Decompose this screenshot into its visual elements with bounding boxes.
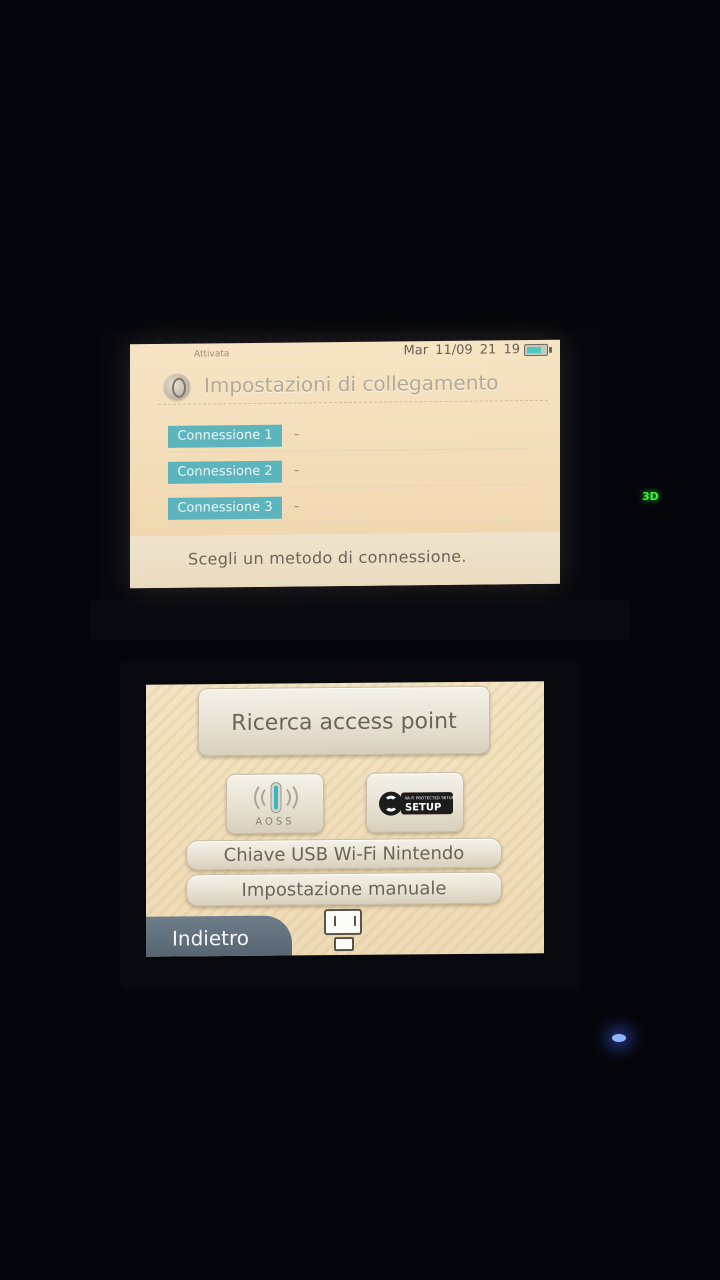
device-hinge	[90, 600, 630, 640]
home-tab-icon	[334, 936, 354, 952]
connection-value: -	[294, 498, 300, 515]
aoss-button[interactable]: AOSS	[226, 773, 324, 835]
aoss-icon	[254, 782, 298, 814]
bottom-screen: Ricerca access point AOSS Wi-Fi PROTECTE…	[146, 681, 544, 957]
globe-icon	[164, 373, 190, 400]
manual-setup-button[interactable]: Impostazione manuale	[186, 871, 502, 907]
connection-label: Connessione 3	[168, 496, 282, 520]
search-access-point-button[interactable]: Ricerca access point	[198, 685, 490, 757]
time: 21 19	[479, 342, 520, 358]
wps-badge-text: SETUP	[405, 802, 441, 813]
wps-small-label: Wi-Fi PROTECTED SETUP	[405, 795, 455, 800]
top-screen: Attivata Mar 11/09 21 19 Impostazioni di…	[130, 339, 560, 589]
connection-value: -	[294, 462, 300, 479]
connection-row-3: Connessione 3 -	[168, 494, 528, 525]
page-title: Impostazioni di collegamento	[204, 370, 499, 398]
nintendo-usb-key-button[interactable]: Chiave USB Wi-Fi Nintendo	[186, 837, 502, 871]
date: Mar 11/09	[403, 342, 473, 359]
connection-label: Connessione 2	[168, 460, 282, 484]
back-button[interactable]: Indietro	[146, 915, 292, 957]
instruction-bar: Scegli un metodo di connessione.	[130, 531, 560, 589]
page-header: Impostazioni di collegamento	[164, 366, 544, 402]
connection-row-1: Connessione 1 -	[168, 422, 528, 453]
home-menu-icon[interactable]	[324, 908, 362, 936]
connection-value: -	[294, 426, 300, 443]
wifi-status: Attivata	[194, 349, 230, 360]
status-bar: Attivata Mar 11/09 21 19	[130, 340, 560, 365]
wps-button[interactable]: Wi-Fi PROTECTED SETUP SETUP	[366, 771, 464, 833]
aoss-label: AOSS	[255, 816, 295, 828]
instruction-text: Scegli un metodo di connessione.	[188, 546, 467, 569]
wps-icon: Wi-Fi PROTECTED SETUP SETUP	[379, 791, 455, 816]
connection-row-2: Connessione 2 -	[168, 458, 528, 489]
battery-icon	[524, 343, 548, 357]
wireless-led	[612, 1034, 626, 1042]
3d-indicator-led: 3D	[642, 490, 659, 503]
connection-label: Connessione 1	[168, 424, 282, 448]
date-time: Mar 11/09 21 19	[404, 342, 520, 358]
